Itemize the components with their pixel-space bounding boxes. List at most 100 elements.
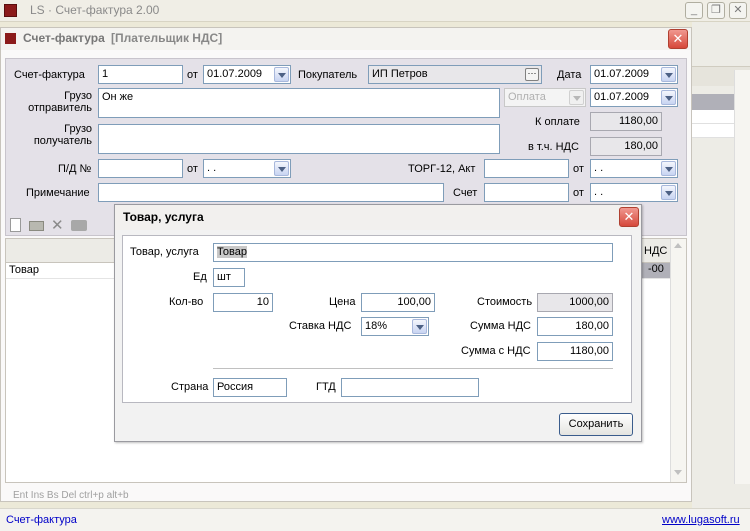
buyer-label: Покупатель — [298, 69, 358, 81]
pd-date-value: . . — [207, 162, 217, 174]
chevron-down-icon[interactable] — [412, 319, 427, 334]
note-field[interactable] — [98, 183, 444, 202]
gtd-field[interactable] — [341, 378, 479, 397]
name-field[interactable]: Товар — [213, 243, 613, 262]
app-title: LS · Счет-фактура 2.00 — [30, 3, 160, 17]
vat-rate-label: Ставка НДС — [289, 320, 352, 332]
open-folder-icon[interactable] — [29, 221, 44, 231]
account-field[interactable] — [484, 183, 569, 202]
unit-label: Ед — [193, 271, 207, 283]
invoice-ot-label: от — [187, 69, 198, 81]
name-value: Товар — [217, 246, 247, 258]
chevron-down-icon[interactable] — [661, 185, 676, 200]
torg-field[interactable] — [484, 159, 569, 178]
price-field[interactable]: 100,00 — [361, 293, 435, 312]
grid-row-name: Товар — [9, 264, 39, 276]
status-left: Счет-фактура — [6, 514, 77, 526]
vat-incl-label: в т.ч. НДС — [528, 141, 579, 153]
consignee-label: Грузо получатель — [33, 123, 92, 147]
scroll-down-icon[interactable] — [674, 470, 682, 475]
consignee-field[interactable] — [98, 124, 500, 154]
vat-sum-label: Сумма НДС — [470, 320, 531, 332]
payment-date-value: 01.07.2009 — [594, 91, 650, 103]
save-button[interactable]: Сохранить — [559, 413, 633, 436]
chevron-down-icon[interactable] — [661, 67, 676, 82]
doc-subtitle: [Плательщик НДС] — [111, 31, 223, 45]
item-dialog-titlebar: Товар, услуга ✕ — [115, 205, 641, 230]
background-panel — [692, 22, 750, 508]
grid-scrollbar[interactable] — [670, 239, 686, 482]
sum-vat-field[interactable]: 1180,00 — [537, 342, 613, 361]
shipper-label: Грузо отправитель — [28, 90, 92, 114]
chevron-down-icon — [569, 90, 584, 105]
print-icon[interactable] — [71, 220, 87, 231]
account-date-value: . . — [594, 186, 604, 198]
buyer-value: ИП Петров — [372, 68, 428, 80]
chevron-down-icon[interactable] — [661, 90, 676, 105]
pd-number-field[interactable] — [98, 159, 183, 178]
name-label: Товар, услуга — [130, 246, 199, 258]
app-titlebar: LS · Счет-фактура 2.00 _ ❐ ✕ — [0, 0, 750, 22]
invoice-label: Счет-фактура — [14, 69, 85, 81]
chevron-down-icon[interactable] — [661, 161, 676, 176]
payment-select-value: Оплата — [508, 91, 546, 103]
torg-date-field[interactable]: . . — [590, 159, 678, 178]
scrollbar[interactable] — [734, 70, 750, 484]
delete-icon[interactable]: ✕ — [51, 216, 64, 234]
vat-incl-value: 180,00 — [590, 137, 662, 156]
buyer-field[interactable]: ИП Петров ··· — [368, 65, 542, 84]
cost-label: Стоимость — [477, 296, 533, 308]
pd-date-field[interactable]: . . — [203, 159, 291, 178]
close-dialog-button[interactable]: ✕ — [619, 207, 639, 227]
qty-field[interactable]: 10 — [213, 293, 273, 312]
gtd-label: ГТД — [316, 381, 336, 393]
select-buyer-button[interactable]: ··· — [525, 68, 539, 81]
chevron-down-icon[interactable] — [274, 67, 289, 82]
cost-value: 1000,00 — [537, 293, 613, 312]
torg-date-value: . . — [594, 162, 604, 174]
doc-title: Счет-фактура — [23, 31, 105, 45]
sum-vat-label: Сумма с НДС — [461, 345, 531, 357]
country-label: Страна — [171, 381, 209, 393]
payment-date-field[interactable]: 01.07.2009 — [590, 88, 678, 107]
date-field[interactable]: 01.07.2009 — [590, 65, 678, 84]
dialog-divider — [213, 368, 613, 370]
maximize-button[interactable]: ❐ — [707, 2, 725, 19]
invoice-date-value: 01.07.2009 — [207, 68, 263, 80]
close-app-button[interactable]: ✕ — [729, 2, 747, 19]
note-label: Примечание — [26, 187, 90, 199]
close-doc-button[interactable]: ✕ — [668, 29, 688, 49]
status-bar: Счет-фактура www.lugasoft.ru — [0, 508, 750, 531]
account-label: Счет — [453, 187, 478, 199]
item-dialog: Товар, услуга ✕ Товар, услуга Товар Ед ш… — [114, 204, 642, 442]
invoice-date-field[interactable]: 01.07.2009 — [203, 65, 291, 84]
pd-ot-label: от — [187, 163, 198, 175]
account-ot-label: от — [573, 187, 584, 199]
doc-icon — [5, 33, 16, 44]
dialog-title: Товар, услуга — [123, 210, 204, 224]
country-field[interactable]: Россия — [213, 378, 287, 397]
to-pay-value: 1180,00 — [590, 112, 662, 131]
scroll-up-icon[interactable] — [674, 243, 682, 248]
chevron-down-icon[interactable] — [274, 161, 289, 176]
date-value: 01.07.2009 — [594, 68, 650, 80]
invoice-number-field[interactable]: 1 — [98, 65, 183, 84]
vat-sum-field[interactable]: 180,00 — [537, 317, 613, 336]
vat-rate-select[interactable]: 18% — [361, 317, 429, 336]
new-document-icon[interactable] — [10, 218, 21, 232]
unit-field[interactable]: шт — [213, 268, 245, 287]
minimize-button[interactable]: _ — [685, 2, 703, 19]
grid-vat-header: НДС — [644, 245, 668, 257]
shipper-field[interactable]: Он же — [98, 88, 500, 118]
account-date-field[interactable]: . . — [590, 183, 678, 202]
price-label: Цена — [329, 296, 356, 308]
vat-rate-value: 18% — [365, 320, 388, 332]
keyboard-hints: Ent Ins Bs Del ctrl+p alt+b — [13, 490, 129, 501]
invoice-window-titlebar: Счет-фактура [Плательщик НДС] ✕ — [1, 28, 691, 50]
item-dialog-panel: Товар, услуга Товар Ед шт Кол-во 10 Цена… — [122, 235, 632, 403]
torg-ot-label: от — [573, 163, 584, 175]
pd-label: П/Д № — [58, 163, 92, 175]
qty-label: Кол-во — [169, 296, 204, 308]
website-link[interactable]: www.lugasoft.ru — [662, 514, 740, 526]
torg-label: ТОРГ-12, Акт — [408, 163, 476, 175]
